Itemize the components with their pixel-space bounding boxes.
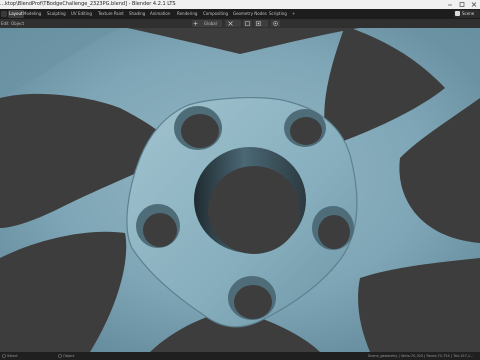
lug-hole-left: [136, 204, 180, 248]
workspace-bar: Layout Modeling Sculpting UV Editing Tex…: [0, 9, 480, 19]
tab-texture-paint[interactable]: Texture Paint: [97, 10, 125, 18]
scene-label: Scene: [462, 11, 475, 16]
close-icon[interactable]: [468, 0, 480, 9]
3d-viewport[interactable]: [0, 28, 480, 352]
tab-geometry-nodes[interactable]: Geometry Nodes: [232, 10, 268, 18]
orientation-label: Global: [204, 21, 217, 26]
blender-menu-icon[interactable]: [1, 11, 7, 17]
tab-sculpting[interactable]: Sculpting: [46, 10, 67, 18]
maximize-icon[interactable]: [456, 0, 468, 9]
lug-hole-right: [312, 206, 354, 250]
menu-object[interactable]: Object: [11, 19, 24, 28]
tab-compositing[interactable]: Compositing: [202, 10, 229, 18]
tab-modeling[interactable]: Modeling: [22, 10, 42, 18]
window-title: …ktop\BlendProf\TBodgeChallenge_2323PG.b…: [0, 1, 176, 7]
scene-statistics: Scene_geometry | Verts:70,320 | Faces:70…: [368, 354, 474, 358]
tab-rendering[interactable]: Rendering: [176, 10, 198, 18]
tab-animation[interactable]: Animation: [149, 10, 171, 18]
title-bar: …ktop\BlendProf\TBodgeChallenge_2323PG.b…: [0, 0, 480, 9]
status-bar: Select Object Scene_geometry | Verts:70,…: [0, 352, 480, 360]
status-object-hint: Object: [63, 354, 75, 358]
snap-target-icon: [256, 21, 261, 26]
lug-hole-top-right: [284, 109, 326, 147]
status-select-hint: Select: [7, 354, 18, 358]
proportional-edit-icon: [273, 21, 278, 26]
wheel-render: [0, 28, 480, 352]
mouse-icon: [2, 354, 6, 358]
tab-shading[interactable]: Shading: [128, 10, 146, 18]
viewport-header: Edit Object Global: [0, 19, 480, 28]
tab-uv-editing[interactable]: UV Editing: [70, 10, 93, 18]
scene-icon: [455, 11, 460, 16]
blender-window: …ktop\BlendProf\TBodgeChallenge_2323PG.b…: [0, 0, 480, 360]
pivot-icon: [228, 21, 233, 26]
menu-edit[interactable]: Edit: [1, 19, 9, 28]
tab-scripting[interactable]: Scripting: [268, 10, 288, 18]
mouse-icon: [58, 354, 62, 358]
snap-icon: [245, 21, 250, 26]
lug-hole-bottom: [228, 276, 276, 320]
minimize-icon[interactable]: [444, 0, 456, 9]
lug-hole-top-left: [174, 106, 222, 150]
add-workspace-button[interactable]: +: [292, 10, 297, 18]
orientation-icon: [193, 21, 198, 26]
